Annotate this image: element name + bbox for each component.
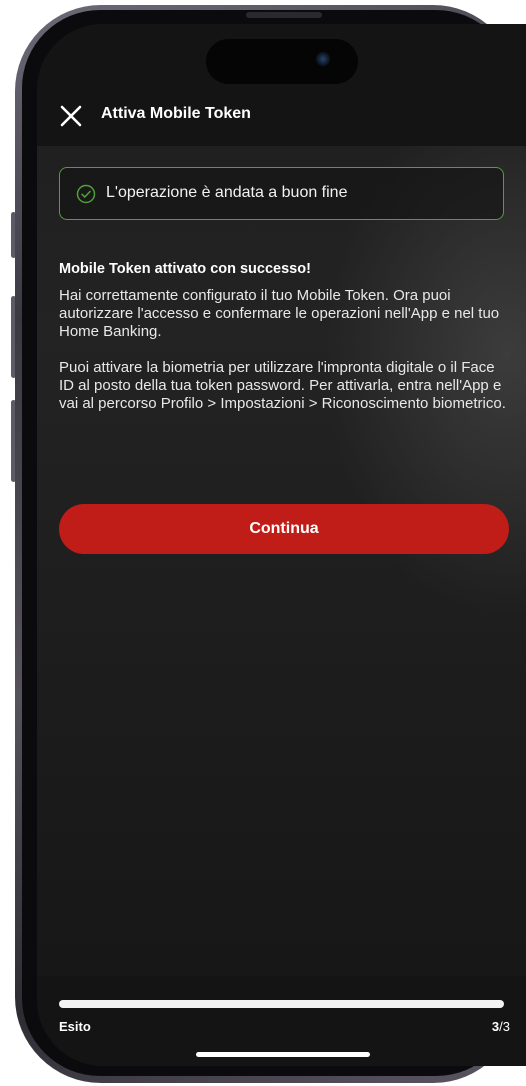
content-title: Mobile Token attivato con successo! [59, 261, 311, 277]
progress-bar [59, 1000, 504, 1008]
step-total: /3 [499, 1019, 510, 1034]
front-camera-icon [316, 52, 330, 66]
close-button[interactable] [58, 103, 84, 129]
step-counter: 3/3 [492, 1019, 510, 1034]
check-circle-icon [76, 184, 96, 204]
content-paragraph-1: Hai correttamente configurato il tuo Mob… [59, 287, 500, 340]
close-icon [60, 105, 82, 127]
continue-button[interactable]: Continua [59, 504, 509, 554]
success-message: L'operazione è andata a buon fine [106, 184, 348, 201]
success-alert: L'operazione è andata a buon fine [59, 167, 504, 220]
confirmation-content: Mobile Token attivato con successo! Hai … [59, 261, 509, 431]
step-label: Esito [59, 1019, 91, 1034]
app-screen: Attiva Mobile Token L'operazione è andat… [37, 24, 526, 1066]
home-indicator[interactable] [196, 1052, 370, 1057]
page-title: Attiva Mobile Token [101, 105, 251, 122]
speaker-grille [246, 12, 322, 18]
progress-bar-fill [59, 1000, 504, 1008]
dynamic-island [206, 39, 358, 84]
content-paragraph-2: Puoi attivare la biometria per utilizzar… [59, 359, 506, 412]
